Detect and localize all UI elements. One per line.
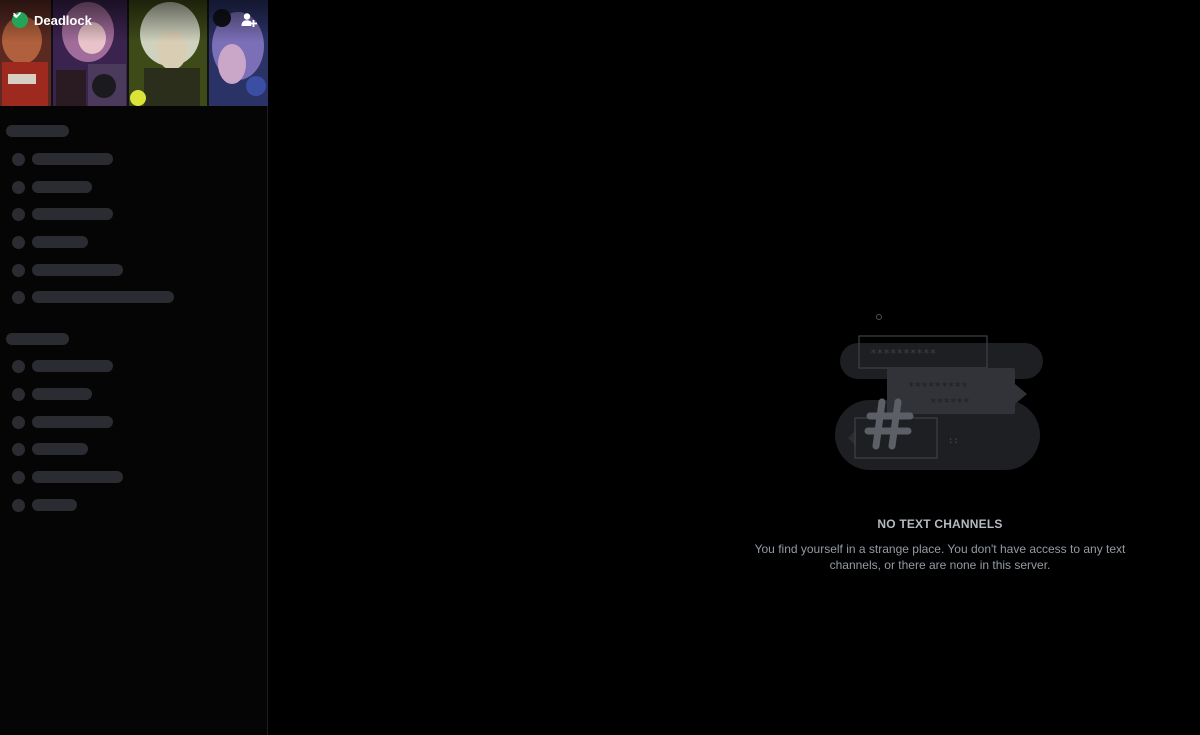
channel-placeholder (12, 180, 92, 194)
server-header-button[interactable]: Deadlock (12, 10, 108, 30)
channel-sidebar: Deadlock (0, 0, 268, 735)
invite-people-button[interactable] (240, 11, 258, 29)
channel-placeholder (12, 290, 174, 304)
channel-placeholder (12, 235, 88, 249)
channel-placeholder (12, 359, 113, 373)
svg-text:*********: ********* (908, 380, 968, 393)
channel-placeholder (12, 263, 123, 277)
empty-state-title: NO TEXT CHANNELS (877, 517, 1003, 531)
svg-text:******: ****** (930, 396, 970, 409)
svg-text:**********: ********** (870, 347, 936, 360)
server-name: Deadlock (34, 12, 92, 28)
main-content (269, 0, 1200, 735)
add-member-icon (241, 13, 257, 27)
category-placeholder (6, 125, 69, 137)
empty-state-description: You find yourself in a strange place. Yo… (754, 542, 1126, 572)
channel-placeholder (12, 387, 92, 401)
server-banner: Deadlock (0, 0, 268, 106)
channel-placeholder (12, 442, 88, 456)
channel-placeholder (12, 470, 123, 484)
channel-placeholder (12, 415, 113, 429)
svg-text:::: :: (948, 436, 959, 446)
channel-placeholder (12, 152, 113, 166)
channel-placeholder (12, 207, 113, 221)
chevron-down-icon (13, 12, 108, 25)
category-placeholder (6, 333, 69, 345)
no-channels-illustration: ********** ********* ****** :: (830, 310, 1050, 485)
channel-placeholder (12, 498, 77, 512)
